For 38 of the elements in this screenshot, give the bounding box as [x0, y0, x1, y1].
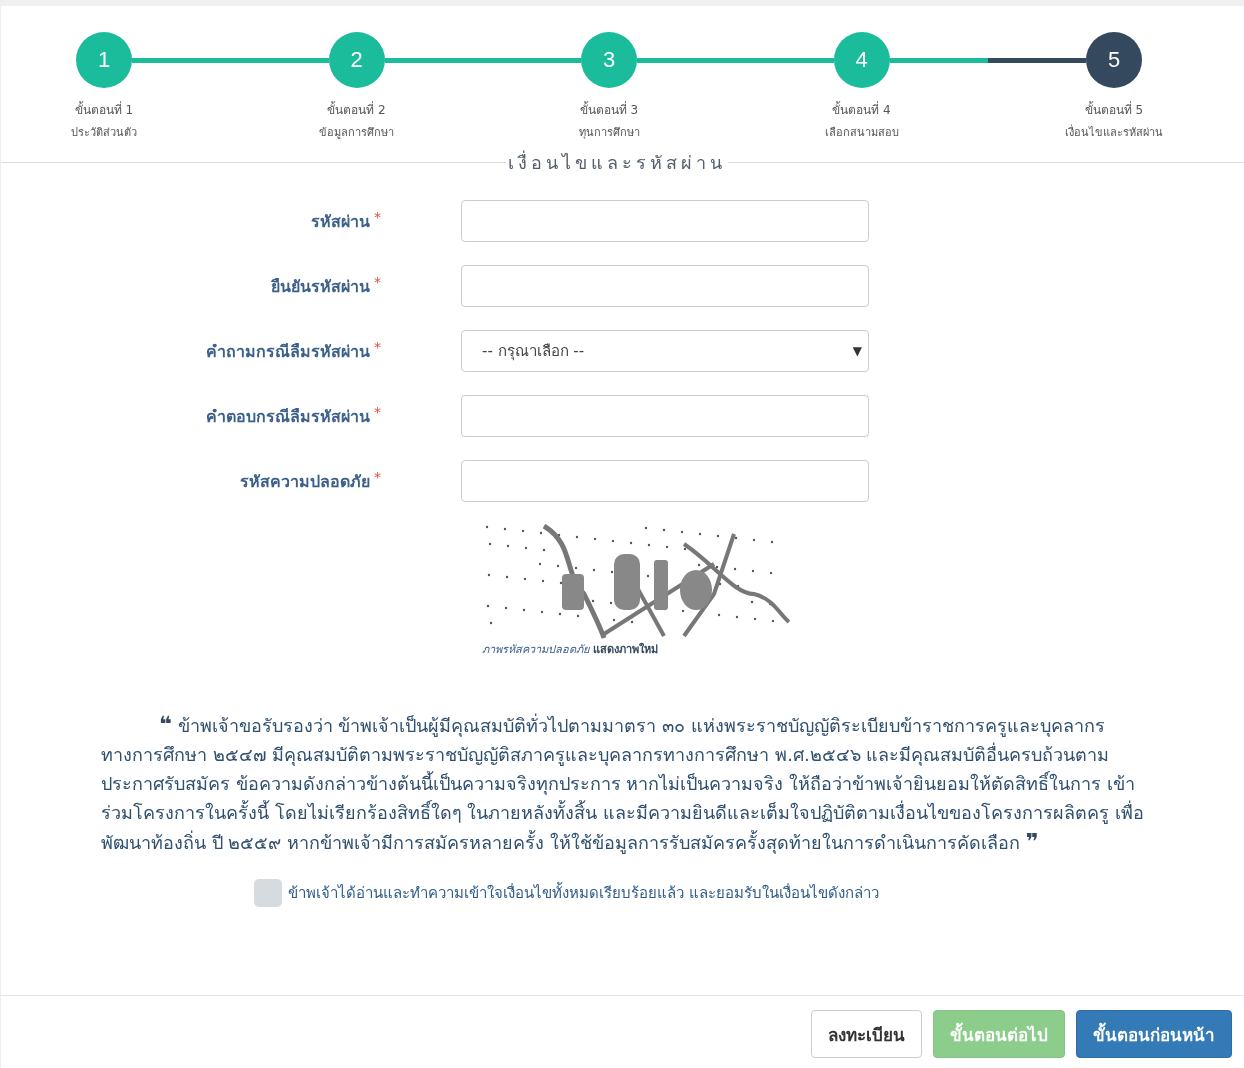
- form-button[interactable]: ลงทะเบียน: [811, 1010, 922, 1058]
- consent-label: ข้าพเจ้าได้อ่านและทำความเข้าใจเงื่อนไขทั้งหมดเรียบร้อยแล้ว และยอมรับในเงื่อนไขดังกล่าว: [288, 881, 879, 904]
- captcha-caption: ภาพรหัสความปลอดภัย: [482, 642, 589, 658]
- input-field[interactable]: [461, 395, 869, 437]
- section-title: เงื่อนไขและรหัสผ่าน: [507, 149, 727, 175]
- field-label: คำตอบกรณีลืมรหัสผ่าน: [206, 405, 370, 428]
- step-title: ขั้นตอนที่ 2: [327, 100, 386, 119]
- field-label: รหัสความปลอดภัย: [240, 470, 370, 493]
- field-label: ยืนยันรหัสผ่าน: [271, 275, 370, 298]
- required-mark: *: [374, 208, 381, 225]
- question-select[interactable]: -- กรุณาเลือก -- ▼: [461, 330, 869, 372]
- form-button[interactable]: ขั้นตอนก่อนหน้า: [1076, 1010, 1232, 1058]
- step-subtitle: ข้อมูลการศึกษา: [319, 125, 394, 141]
- step-subtitle: ประวัติส่วนตัว: [71, 125, 137, 141]
- step-subtitle: เงื่อนไขและรหัสผ่าน: [1065, 123, 1163, 141]
- step-title: ขั้นตอนที่ 3: [579, 100, 639, 119]
- input-field[interactable]: [461, 265, 869, 307]
- step-circle: 5: [1086, 32, 1142, 88]
- field-label: รหัสผ่าน: [311, 210, 370, 233]
- required-mark: *: [374, 338, 381, 355]
- step-circle: 1: [76, 32, 132, 88]
- consent-checkbox[interactable]: [254, 879, 282, 907]
- step-circle: 3: [581, 32, 637, 88]
- step-title: ขั้นตอนที่ 4: [832, 100, 891, 119]
- refresh-captcha-link[interactable]: แสดงภาพใหม่: [593, 640, 658, 658]
- step-title: ขั้นตอนที่ 1: [74, 100, 134, 119]
- step-subtitle: เลือกสนามสอบ: [824, 125, 899, 141]
- step-title: ขั้นตอนที่ 5: [1084, 100, 1144, 119]
- step-circle: 2: [328, 32, 385, 88]
- input-field[interactable]: [461, 200, 869, 242]
- agreement-paragraph: ❝ ข้าพเจ้าขอรับรองว่า ข้าพเจ้าเป็นผู้มีคุณสมบัติทั่วไปตามมาตรา ๓๐ แห่งพระราชบัญญัติระเบียบข้าราชการครูและบุคลากรทางการศึกษา ๒๕๔๗ มีคุณสมบัติตามพระราชบัญญัติสภาครูและบุคลากรทางการศึกษา พ.ศ.๒๕๔๖ และมีคุณสมบัติอื่นครบถ้วนตามประกาศรับสมัคร ข้อความดังกล่าวข้างต้นนี้เป็นความจริงทุกประการ หากไม่เป็นความจริง ให้ถือว่าข้าพเจ้ายินยอมให้ตัดสิทธิ์ในการ เข้าร่วมโครงการในครั้งนี้ โดยไม่เรียกร้องสิทธิ์ใดๆ ในภายหลังทั้งสิ้น และมีความยินดีและเต็มใจปฏิบัติตามเงื่อนไขของโครงการผลิตครู เพื่อพัฒนาท้องถิ่น ปี ๒๕๕๙ หากข้าพเจ้ามีการสมัครหลายครั้ง ให้ใช้ข้อมูลการรับสมัครครั้งสุดท้ายในการดำเนินการคัดเลือก ❞: [101, 711, 1144, 856]
- required-mark: *: [374, 468, 381, 485]
- step-circle: 4: [833, 32, 890, 88]
- required-mark: *: [374, 403, 381, 420]
- field-label: คำถามกรณีลืมรหัสผ่าน: [206, 340, 370, 363]
- input-field[interactable]: [461, 460, 869, 502]
- required-mark: *: [374, 273, 381, 290]
- step-subtitle: ทุนการศึกษา: [578, 125, 640, 141]
